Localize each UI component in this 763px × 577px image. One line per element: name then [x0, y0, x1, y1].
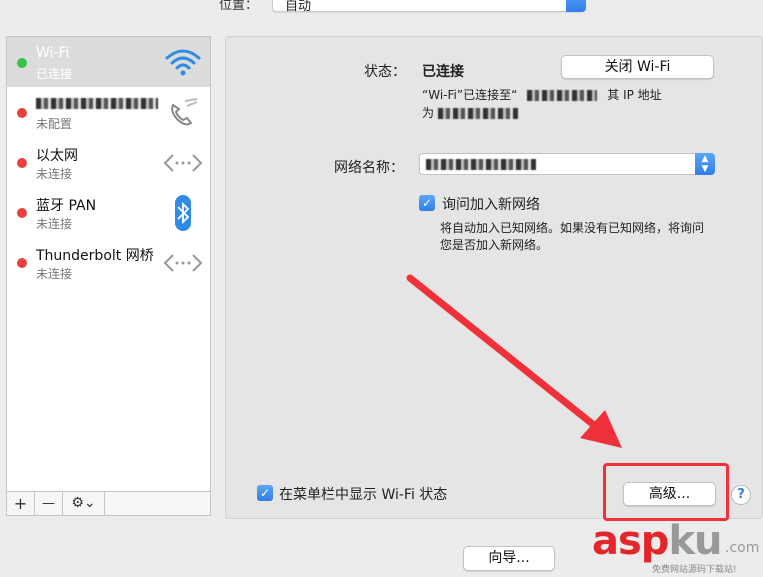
watermark-ku: ku — [668, 518, 722, 564]
ethernet-icon — [163, 254, 203, 272]
status-desc-part3: 为 — [422, 106, 435, 120]
status-dot-disconnected — [17, 108, 27, 118]
service-list-toolbar: + — ⚙⌄ — [6, 492, 211, 516]
ask-join-desc-1: 将自动加入已知网络。如果没有已知网络，将询问 — [440, 221, 705, 235]
ask-join-label: 询问加入新网络 — [442, 197, 540, 213]
status-dot-disconnected — [17, 208, 27, 218]
bluetooth-icon — [175, 195, 191, 231]
chevron-updown-icon: ▲ ▼ — [695, 153, 715, 175]
watermark-main: aspku — [592, 518, 723, 564]
ask-join-desc-2: 您是否加入新网络。 — [440, 238, 549, 252]
service-name: Thunderbolt 网桥 — [36, 248, 154, 264]
status-label: 状态： — [364, 64, 406, 80]
service-status: 未连接 — [36, 267, 73, 281]
location-label: 位置： — [219, 0, 259, 13]
redacted-network — [527, 90, 598, 101]
service-name: 蓝牙 PAN — [36, 198, 97, 214]
location-select[interactable]: 自动 — [272, 0, 586, 14]
service-name: 以太网 — [36, 148, 78, 164]
show-menu-label: 在菜单栏中显示 Wi-Fi 状态 — [279, 487, 448, 503]
status-desc-part1: “Wi-Fi”已连接至“ — [422, 88, 518, 102]
status-dot-connected — [17, 58, 27, 68]
redacted-network-name — [426, 159, 536, 170]
add-service-button[interactable]: + — [7, 492, 35, 515]
watermark-asp: asp — [592, 518, 669, 564]
service-status: 已连接 — [36, 67, 73, 81]
service-status: 未配置 — [36, 117, 73, 131]
help-button[interactable]: ? — [731, 485, 751, 505]
ethernet-icon — [163, 154, 203, 172]
assistant-button[interactable]: 向导... — [463, 546, 555, 571]
wifi-icon — [165, 49, 201, 76]
status-value: 已连接 — [422, 64, 464, 80]
annotation-highlight-box — [603, 463, 729, 521]
status-dot-disconnected — [17, 158, 27, 168]
remove-service-button[interactable]: — — [35, 492, 63, 515]
redacted-ip — [438, 108, 519, 119]
network-name-select[interactable]: ▲ ▼ — [419, 153, 715, 175]
service-status: 未连接 — [36, 167, 73, 181]
ask-join-checkbox[interactable]: ✓ — [419, 195, 435, 211]
chevron-updown-icon — [566, 0, 586, 12]
service-item-ethernet[interactable]: 以太网 未连接 — [7, 137, 210, 187]
location-value: 自动 — [285, 0, 312, 14]
toggle-wifi-button[interactable]: 关闭 Wi-Fi — [561, 55, 714, 79]
watermark-sub: 免费网站源码下载站! — [652, 565, 737, 575]
network-name-label: 网络名称： — [334, 160, 404, 176]
status-desc-part2: 其 IP 地址 — [607, 88, 662, 102]
service-name: Wi-Fi — [36, 45, 70, 61]
service-status: 未连接 — [36, 217, 73, 231]
service-name-redacted — [36, 95, 158, 111]
watermark-logo: aspku .com 免费网站源码下载站! — [592, 518, 763, 577]
service-item-bluetooth-pan[interactable]: 蓝牙 PAN 未连接 — [7, 187, 210, 237]
status-dot-disconnected — [17, 258, 27, 268]
phone-icon — [171, 98, 198, 126]
status-description: “Wi-Fi”已连接至“ 其 IP 地址 — [422, 86, 662, 104]
service-item-phone[interactable]: 未配置 — [7, 87, 210, 137]
show-menu-checkbox[interactable]: ✓ — [257, 485, 273, 501]
gear-icon[interactable]: ⚙⌄ — [63, 492, 105, 515]
watermark-com: .com — [725, 540, 760, 556]
service-item-wifi[interactable]: Wi-Fi 已连接 — [7, 37, 210, 87]
location-row: 位置： 自动 — [0, 0, 763, 14]
status-description-ip: 为 — [422, 104, 519, 122]
service-list: Wi-Fi 已连接 未配置 以太网 未连接 蓝牙 PAN 未连接 Thunder… — [6, 36, 211, 492]
annotation-arrow — [406, 274, 622, 448]
service-item-thunderbolt-bridge[interactable]: Thunderbolt 网桥 未连接 — [7, 237, 210, 287]
